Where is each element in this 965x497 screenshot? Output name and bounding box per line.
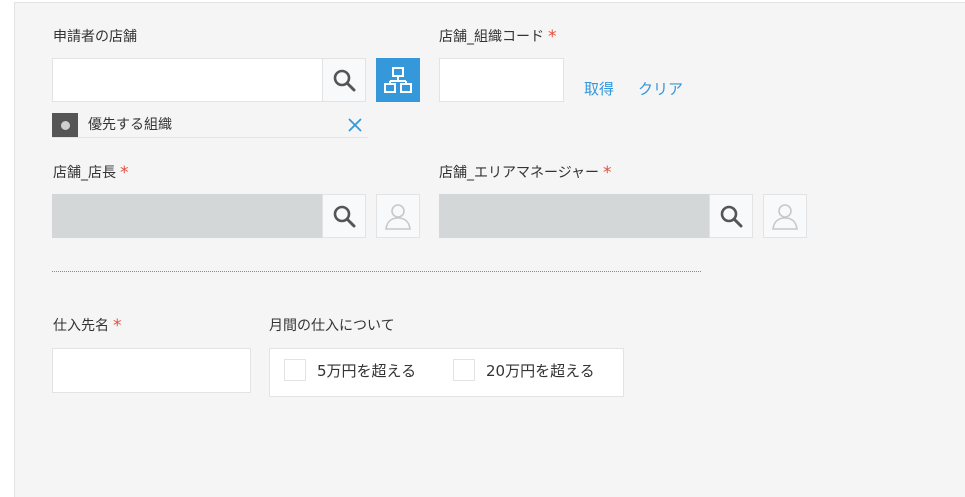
checkbox-over-50k-label: 5万円を超える <box>317 362 417 380</box>
search-icon <box>720 205 743 228</box>
supplier-name-label: 仕入先名 * <box>53 316 122 336</box>
checkbox-over-200k[interactable] <box>453 359 475 381</box>
store-manager-input <box>52 194 323 238</box>
search-icon <box>333 69 356 92</box>
checkbox-over-50k[interactable] <box>284 359 306 381</box>
applicant-store-search-button[interactable] <box>322 58 366 102</box>
org-chip-icon <box>52 113 78 137</box>
get-link[interactable]: 取得 <box>584 78 614 99</box>
monthly-purchase-checkbox-group: 5万円を超える 20万円を超える <box>269 348 624 397</box>
monthly-purchase-label: 月間の仕入について <box>269 318 395 334</box>
search-icon <box>333 205 356 228</box>
store-org-code-label: 店舗_組織コード * <box>439 27 557 47</box>
section-divider <box>52 271 701 272</box>
store-manager-label: 店舗_店長 * <box>53 163 129 183</box>
user-icon <box>772 204 798 230</box>
supplier-name-input[interactable] <box>52 348 251 393</box>
required-mark: * <box>113 316 122 336</box>
required-mark: * <box>603 163 612 183</box>
area-manager-user-button[interactable] <box>763 194 807 238</box>
area-manager-label: 店舗_エリアマネージャー * <box>439 163 612 183</box>
clear-link[interactable]: クリア <box>638 78 683 99</box>
store-manager-user-button[interactable] <box>376 194 420 238</box>
area-manager-search-button[interactable] <box>709 194 753 238</box>
org-chip: 優先する組織 <box>52 110 368 138</box>
store-org-code-input[interactable] <box>439 58 564 102</box>
applicant-store-input[interactable] <box>52 58 323 102</box>
required-mark: * <box>548 27 557 47</box>
checkbox-over-200k-label: 20万円を超える <box>486 362 595 380</box>
store-manager-search-button[interactable] <box>322 194 366 238</box>
org-select-button[interactable] <box>376 58 420 102</box>
org-chip-label: 優先する組織 <box>88 117 172 133</box>
org-tree-icon <box>384 67 412 93</box>
user-icon <box>385 204 411 230</box>
area-manager-input <box>439 194 710 238</box>
close-icon[interactable] <box>346 112 364 136</box>
required-mark: * <box>120 163 129 183</box>
applicant-store-label: 申請者の店舗 <box>53 29 137 45</box>
